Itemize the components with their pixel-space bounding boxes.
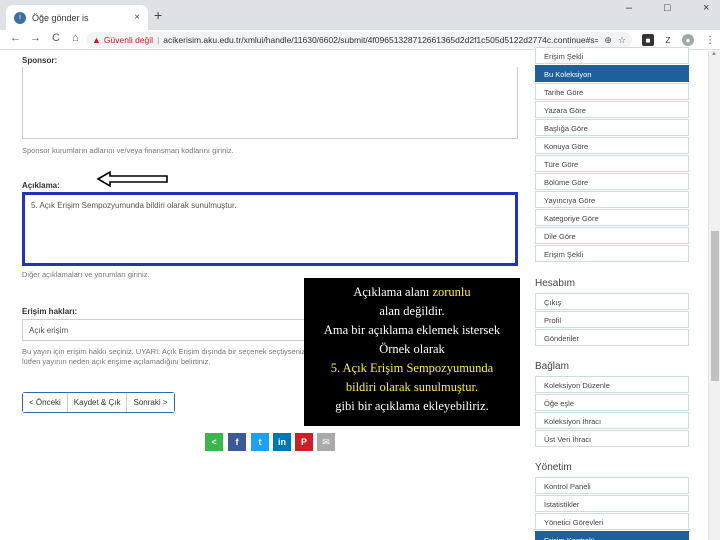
share-icon[interactable]: <: [205, 433, 223, 451]
facebook-icon[interactable]: f: [228, 433, 246, 451]
sidebar-item-browse[interactable]: Yayıncıya Göre: [535, 191, 689, 208]
zotero-icon[interactable]: Z: [662, 34, 674, 46]
overlay-line-7: gibi bir açıklama ekleyebiliriz.: [335, 399, 489, 413]
browser-tab[interactable]: i Öğe gönder is ×: [6, 5, 148, 30]
url-text: acikerisim.aku.edu.tr/xmlui/handle/11630…: [163, 35, 599, 45]
description-help-text: Diğer açıklamaları ve yorumları giriniz.: [22, 270, 150, 279]
favicon-icon: i: [14, 11, 26, 24]
browser-titlebar: i Öğe gönder is × + – □ ×: [0, 0, 720, 30]
tab-close-icon[interactable]: ×: [134, 12, 140, 23]
overlay-text: Açıklama alanı: [353, 285, 433, 299]
close-window-button[interactable]: ×: [703, 2, 709, 14]
forward-icon[interactable]: →: [30, 32, 41, 44]
translate-icon[interactable]: ⊕: [604, 35, 612, 46]
overlay-line-5: 5. Açık Erişim Sempozyumunda: [330, 361, 494, 375]
url-separator: |: [157, 35, 160, 45]
sidebar-item-browse[interactable]: Başlığa Göre: [535, 119, 689, 136]
reload-icon[interactable]: C: [52, 32, 60, 44]
home-icon[interactable]: ⌂: [72, 32, 79, 44]
description-label: Açıklama:: [22, 181, 60, 190]
sidebar-item-browse[interactable]: Tarihe Göre: [535, 83, 689, 100]
tab-title: Öğe gönder is: [32, 12, 89, 23]
sponsor-textarea[interactable]: [22, 67, 518, 139]
sidebar-item-browse[interactable]: Türe Göre: [535, 155, 689, 172]
sidebar-item-admin[interactable]: Yönetici Görevleri: [535, 513, 689, 530]
annotation-overlay: Açıklama alanı zorunlu alan değildir. Am…: [304, 278, 520, 426]
menu-kebab-icon[interactable]: ⋮: [704, 34, 716, 46]
sidebar-item-context[interactable]: Koleksiyon İhracı: [535, 412, 689, 429]
pinterest-icon[interactable]: P: [295, 433, 313, 451]
description-textarea[interactable]: 5. Açık Erişim Sempozyumunda bildiri ola…: [22, 192, 518, 266]
sidebar-item-account[interactable]: Çıkış: [535, 293, 689, 310]
sponsor-label: Sponsor:: [22, 56, 58, 65]
previous-button[interactable]: < Önceki: [23, 393, 68, 412]
sidebar-item-browse[interactable]: Kategoriye Göre: [535, 209, 689, 226]
sidebar-item-admin[interactable]: İstatistikler: [535, 495, 689, 512]
rights-help-text: Bu yayın için erişim hakkı seçiniz. UYAR…: [22, 347, 306, 366]
left-arrow-annotation: [96, 170, 168, 188]
maximize-button[interactable]: □: [664, 2, 671, 14]
sidebar-item-account[interactable]: Profil: [535, 311, 689, 328]
sidebar-item-context[interactable]: Öğe eşle: [535, 394, 689, 411]
rights-label: Erişim hakları:: [22, 307, 78, 316]
warning-icon: ▲: [92, 35, 101, 45]
scroll-up-icon[interactable]: ▲: [711, 51, 717, 57]
sidebar-item-browse[interactable]: Dile Göre: [535, 227, 689, 244]
sidebar-item-browse[interactable]: Bölüme Göre: [535, 173, 689, 190]
mail-icon[interactable]: ✉: [317, 433, 335, 451]
overlay-line-3: Ama bir açıklama eklemek istersek: [323, 323, 501, 337]
overlay-line-4: Örnek olarak: [379, 342, 445, 356]
sidebar-item-browse[interactable]: Erişim Şekli: [535, 47, 689, 64]
sidebar-item-context[interactable]: Koleksiyon Düzenle: [535, 376, 689, 393]
profile-avatar-icon[interactable]: ●: [682, 34, 694, 46]
twitter-icon[interactable]: t: [251, 433, 269, 451]
sidebar-item-browse[interactable]: Yazara Göre: [535, 101, 689, 118]
sidebar-item-context[interactable]: Üst Veri İhracı: [535, 430, 689, 447]
form-button-group: < Önceki Kaydet & Çık Sonraki >: [22, 392, 175, 413]
new-tab-button[interactable]: +: [154, 7, 162, 23]
rights-select[interactable]: Açık erişim: [22, 319, 322, 341]
page-scrollbar[interactable]: ▲: [708, 51, 720, 540]
overlay-line-2: alan değildir.: [379, 304, 445, 318]
insecure-label: Güvenli değil: [103, 35, 154, 45]
back-icon[interactable]: ←: [10, 32, 21, 44]
sidebar-item-browse[interactable]: Erişim Şekli: [535, 245, 689, 262]
sidebar-item-admin[interactable]: Kontrol Paneli: [535, 477, 689, 494]
address-bar[interactable]: ▲ Güvenli değil | acikerisim.aku.edu.tr/…: [86, 32, 632, 48]
extension-icon[interactable]: ■: [642, 34, 654, 46]
save-exit-button[interactable]: Kaydet & Çık: [67, 393, 128, 412]
sidebar-heading-admin: Yönetim: [535, 462, 572, 473]
scrollbar-thumb[interactable]: [711, 231, 719, 381]
sponsor-help-text: Sponsor kurumların adlarını ve/veya fina…: [22, 146, 234, 155]
sidebar-item-account[interactable]: Gönderiler: [535, 329, 689, 346]
overlay-line-1: Açıklama alanı zorunlu: [304, 283, 520, 302]
sidebar-item-browse[interactable]: Bu Koleksiyon: [535, 65, 689, 82]
overlay-highlight: zorunlu: [432, 285, 471, 299]
minimize-button[interactable]: –: [626, 2, 632, 14]
sidebar-item-browse[interactable]: Konuya Göre: [535, 137, 689, 154]
sidebar-item-admin[interactable]: Erişim Kontrolü: [535, 531, 689, 540]
linkedin-icon[interactable]: in: [273, 433, 291, 451]
sidebar-heading-context: Bağlam: [535, 361, 569, 372]
next-button[interactable]: Sonraki >: [127, 393, 174, 412]
bookmark-star-icon[interactable]: ☆: [618, 35, 626, 46]
overlay-line-6: bildiri olarak sunulmuştur.: [345, 380, 479, 394]
sidebar-heading-account: Hesabım: [535, 278, 576, 289]
